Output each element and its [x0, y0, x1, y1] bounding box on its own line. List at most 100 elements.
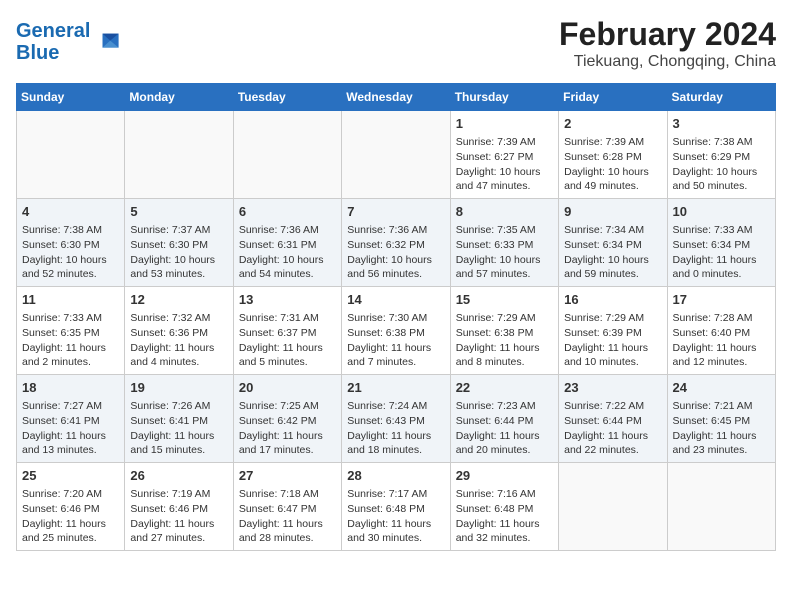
day-content: Daylight: 11 hours: [22, 429, 119, 444]
day-content: and 27 minutes.: [130, 531, 227, 546]
day-content: Sunset: 6:32 PM: [347, 238, 444, 253]
day-content: Daylight: 11 hours: [673, 341, 770, 356]
page-subtitle: Tiekuang, Chongqing, China: [559, 53, 776, 71]
day-content: and 7 minutes.: [347, 355, 444, 370]
calendar-cell: 6Sunrise: 7:36 AMSunset: 6:31 PMDaylight…: [233, 199, 341, 287]
header-wednesday: Wednesday: [342, 84, 450, 111]
day-content: and 5 minutes.: [239, 355, 336, 370]
day-content: Sunset: 6:47 PM: [239, 502, 336, 517]
calendar-cell: 14Sunrise: 7:30 AMSunset: 6:38 PMDayligh…: [342, 287, 450, 375]
day-content: Sunset: 6:34 PM: [564, 238, 661, 253]
day-content: Sunrise: 7:23 AM: [456, 399, 553, 414]
calendar-cell: 20Sunrise: 7:25 AMSunset: 6:42 PMDayligh…: [233, 375, 341, 463]
calendar-cell: 25Sunrise: 7:20 AMSunset: 6:46 PMDayligh…: [17, 463, 125, 551]
day-content: Daylight: 11 hours: [456, 517, 553, 532]
day-number: 12: [130, 291, 227, 309]
day-content: Sunrise: 7:21 AM: [673, 399, 770, 414]
calendar-cell: [17, 111, 125, 199]
day-content: Sunrise: 7:31 AM: [239, 311, 336, 326]
day-content: Sunset: 6:45 PM: [673, 414, 770, 429]
day-content: and 17 minutes.: [239, 443, 336, 458]
day-content: Sunset: 6:46 PM: [130, 502, 227, 517]
day-content: Sunset: 6:48 PM: [347, 502, 444, 517]
day-content: Sunrise: 7:16 AM: [456, 487, 553, 502]
header-saturday: Saturday: [667, 84, 775, 111]
day-content: Sunrise: 7:30 AM: [347, 311, 444, 326]
day-number: 4: [22, 203, 119, 221]
day-content: Sunrise: 7:34 AM: [564, 223, 661, 238]
day-content: Daylight: 10 hours: [239, 253, 336, 268]
day-content: Sunrise: 7:35 AM: [456, 223, 553, 238]
calendar-week-row: 18Sunrise: 7:27 AMSunset: 6:41 PMDayligh…: [17, 375, 776, 463]
header: General Blue February 2024 Tiekuang, Cho…: [16, 16, 776, 71]
logo-line2: Blue: [16, 42, 59, 64]
day-number: 9: [564, 203, 661, 221]
day-number: 13: [239, 291, 336, 309]
day-content: and 25 minutes.: [22, 531, 119, 546]
day-number: 3: [673, 115, 770, 133]
calendar-cell: 2Sunrise: 7:39 AMSunset: 6:28 PMDaylight…: [559, 111, 667, 199]
day-content: Sunrise: 7:36 AM: [239, 223, 336, 238]
day-content: and 28 minutes.: [239, 531, 336, 546]
day-content: Sunset: 6:40 PM: [673, 326, 770, 341]
calendar-cell: 8Sunrise: 7:35 AMSunset: 6:33 PMDaylight…: [450, 199, 558, 287]
day-content: Sunset: 6:37 PM: [239, 326, 336, 341]
day-number: 21: [347, 379, 444, 397]
day-content: and 57 minutes.: [456, 267, 553, 282]
day-content: and 12 minutes.: [673, 355, 770, 370]
day-content: Sunrise: 7:32 AM: [130, 311, 227, 326]
day-content: and 10 minutes.: [564, 355, 661, 370]
day-content: Sunrise: 7:39 AM: [564, 135, 661, 150]
logo-icon: [92, 28, 120, 56]
day-content: Sunset: 6:39 PM: [564, 326, 661, 341]
logo: General Blue: [16, 20, 120, 64]
day-content: Sunset: 6:44 PM: [456, 414, 553, 429]
day-number: 28: [347, 467, 444, 485]
day-content: Daylight: 11 hours: [239, 517, 336, 532]
day-content: Sunset: 6:38 PM: [347, 326, 444, 341]
calendar-cell: [559, 463, 667, 551]
day-content: and 30 minutes.: [347, 531, 444, 546]
calendar-cell: 13Sunrise: 7:31 AMSunset: 6:37 PMDayligh…: [233, 287, 341, 375]
day-content: Sunrise: 7:33 AM: [22, 311, 119, 326]
day-number: 19: [130, 379, 227, 397]
day-content: Sunrise: 7:38 AM: [673, 135, 770, 150]
day-content: Sunrise: 7:20 AM: [22, 487, 119, 502]
day-content: Sunrise: 7:17 AM: [347, 487, 444, 502]
day-content: Sunrise: 7:37 AM: [130, 223, 227, 238]
day-content: Sunrise: 7:29 AM: [456, 311, 553, 326]
calendar-cell: 5Sunrise: 7:37 AMSunset: 6:30 PMDaylight…: [125, 199, 233, 287]
day-content: and 20 minutes.: [456, 443, 553, 458]
calendar-cell: 26Sunrise: 7:19 AMSunset: 6:46 PMDayligh…: [125, 463, 233, 551]
day-content: Daylight: 11 hours: [130, 341, 227, 356]
day-content: Sunset: 6:29 PM: [673, 150, 770, 165]
calendar-week-row: 11Sunrise: 7:33 AMSunset: 6:35 PMDayligh…: [17, 287, 776, 375]
day-content: Daylight: 11 hours: [673, 429, 770, 444]
page-title: February 2024: [559, 16, 776, 53]
day-content: Daylight: 11 hours: [564, 341, 661, 356]
day-content: Sunset: 6:27 PM: [456, 150, 553, 165]
day-content: Sunset: 6:46 PM: [22, 502, 119, 517]
day-content: Daylight: 11 hours: [130, 517, 227, 532]
day-content: Sunset: 6:33 PM: [456, 238, 553, 253]
calendar-cell: 16Sunrise: 7:29 AMSunset: 6:39 PMDayligh…: [559, 287, 667, 375]
day-content: and 0 minutes.: [673, 267, 770, 282]
calendar-cell: 4Sunrise: 7:38 AMSunset: 6:30 PMDaylight…: [17, 199, 125, 287]
calendar-cell: [667, 463, 775, 551]
day-number: 23: [564, 379, 661, 397]
calendar-table: SundayMondayTuesdayWednesdayThursdayFrid…: [16, 83, 776, 551]
calendar-cell: 29Sunrise: 7:16 AMSunset: 6:48 PMDayligh…: [450, 463, 558, 551]
day-number: 7: [347, 203, 444, 221]
day-content: Daylight: 10 hours: [456, 253, 553, 268]
day-content: and 15 minutes.: [130, 443, 227, 458]
day-number: 1: [456, 115, 553, 133]
day-number: 26: [130, 467, 227, 485]
day-number: 5: [130, 203, 227, 221]
day-content: Daylight: 10 hours: [22, 253, 119, 268]
day-content: and 32 minutes.: [456, 531, 553, 546]
day-content: Daylight: 10 hours: [673, 165, 770, 180]
day-content: and 18 minutes.: [347, 443, 444, 458]
day-content: and 56 minutes.: [347, 267, 444, 282]
day-content: Sunrise: 7:24 AM: [347, 399, 444, 414]
day-number: 10: [673, 203, 770, 221]
